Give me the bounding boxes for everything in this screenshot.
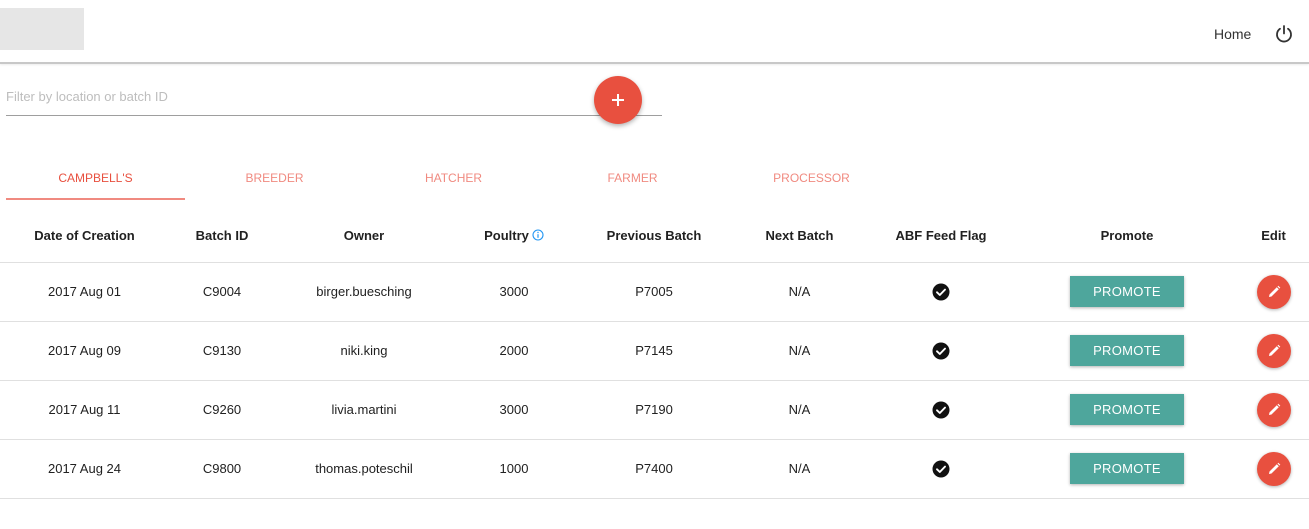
promote-button[interactable]: PROMOTE [1070,276,1184,307]
check-circle-icon [932,342,950,360]
column-header-poultry-label: Poultry [484,227,529,243]
edit-button[interactable] [1256,451,1291,486]
cell-poultry: 1000 [453,439,575,499]
column-header-edit: Edit [1238,210,1309,263]
cell-edit [1238,262,1309,322]
pencil-icon [1268,285,1280,297]
cell-date: 2017 Aug 09 [0,321,169,381]
cell-batch-id: C9800 [169,439,275,499]
table-row: 2017 Aug 01 C9004 birger.buesching 3000 … [0,262,1309,322]
cell-batch-id: C9260 [169,380,275,440]
tab-hatcher[interactable]: HATCHER [364,160,543,200]
cell-owner: thomas.poteschil [275,439,453,499]
batch-table: Date of Creation Batch ID Owner Poultry … [0,210,1309,499]
promote-button[interactable]: PROMOTE [1070,335,1184,366]
filter-field [6,80,662,116]
nav-home-link[interactable]: Home [1214,26,1251,42]
table-row: 2017 Aug 09 C9130 niki.king 2000 P7145 N… [0,321,1309,381]
cell-owner: birger.buesching [275,262,453,322]
cell-promote: PROMOTE [1016,380,1238,440]
column-header-owner[interactable]: Owner [275,210,453,263]
column-header-poultry[interactable]: Poultry [453,210,575,263]
pencil-icon [1268,403,1280,415]
pencil-icon [1268,344,1280,356]
check-circle-icon [932,283,950,301]
promote-button[interactable]: PROMOTE [1070,394,1184,425]
cell-batch-id: C9004 [169,262,275,322]
edit-button[interactable] [1256,333,1291,368]
add-icon [612,94,624,106]
cell-owner: livia.martini [275,380,453,440]
cell-abf-feed-flag [866,439,1016,499]
cell-abf-feed-flag [866,262,1016,322]
cell-abf-feed-flag [866,380,1016,440]
table-header-row: Date of Creation Batch ID Owner Poultry … [0,210,1309,263]
cell-promote: PROMOTE [1016,321,1238,381]
tab-breeder[interactable]: BREEDER [185,160,364,200]
cell-edit [1238,321,1309,381]
check-circle-icon [932,401,950,419]
cell-edit [1238,439,1309,499]
info-icon[interactable] [532,229,544,244]
cell-previous-batch: P7145 [575,321,733,381]
column-header-promote: Promote [1016,210,1238,263]
cell-next-batch: N/A [733,439,866,499]
stage-tabs: CAMPBELL'S BREEDER HATCHER FARMER PROCES… [6,160,906,200]
filter-input[interactable] [6,84,566,108]
cell-poultry: 3000 [453,380,575,440]
top-app-bar: Home [0,0,1309,64]
cell-previous-batch: P7400 [575,439,733,499]
column-header-abf-feed-flag[interactable]: ABF Feed Flag [866,210,1016,263]
power-icon[interactable] [1274,24,1294,44]
tab-farmer[interactable]: FARMER [543,160,722,200]
cell-date: 2017 Aug 01 [0,262,169,322]
column-header-previous-batch[interactable]: Previous Batch [575,210,733,263]
table-row: 2017 Aug 11 C9260 livia.martini 3000 P71… [0,380,1309,440]
tab-campbells[interactable]: CAMPBELL'S [6,160,185,200]
table-row: 2017 Aug 24 C9800 thomas.poteschil 1000 … [0,439,1309,499]
cell-next-batch: N/A [733,321,866,381]
pencil-icon [1268,462,1280,474]
tab-processor[interactable]: PROCESSOR [722,160,901,200]
cell-poultry: 3000 [453,262,575,322]
cell-next-batch: N/A [733,262,866,322]
cell-next-batch: N/A [733,380,866,440]
edit-button[interactable] [1256,274,1291,309]
cell-owner: niki.king [275,321,453,381]
cell-promote: PROMOTE [1016,439,1238,499]
promote-button[interactable]: PROMOTE [1070,453,1184,484]
cell-abf-feed-flag [866,321,1016,381]
add-batch-button[interactable] [594,76,642,124]
column-header-next-batch[interactable]: Next Batch [733,210,866,263]
cell-batch-id: C9130 [169,321,275,381]
cell-previous-batch: P7005 [575,262,733,322]
edit-button[interactable] [1256,392,1291,427]
cell-edit [1238,380,1309,440]
cell-poultry: 2000 [453,321,575,381]
cell-date: 2017 Aug 11 [0,380,169,440]
cell-date: 2017 Aug 24 [0,439,169,499]
column-header-date[interactable]: Date of Creation [0,210,169,263]
cell-promote: PROMOTE [1016,262,1238,322]
column-header-batch-id[interactable]: Batch ID [169,210,275,263]
cell-previous-batch: P7190 [575,380,733,440]
check-circle-icon [932,460,950,478]
logo[interactable] [0,8,84,50]
